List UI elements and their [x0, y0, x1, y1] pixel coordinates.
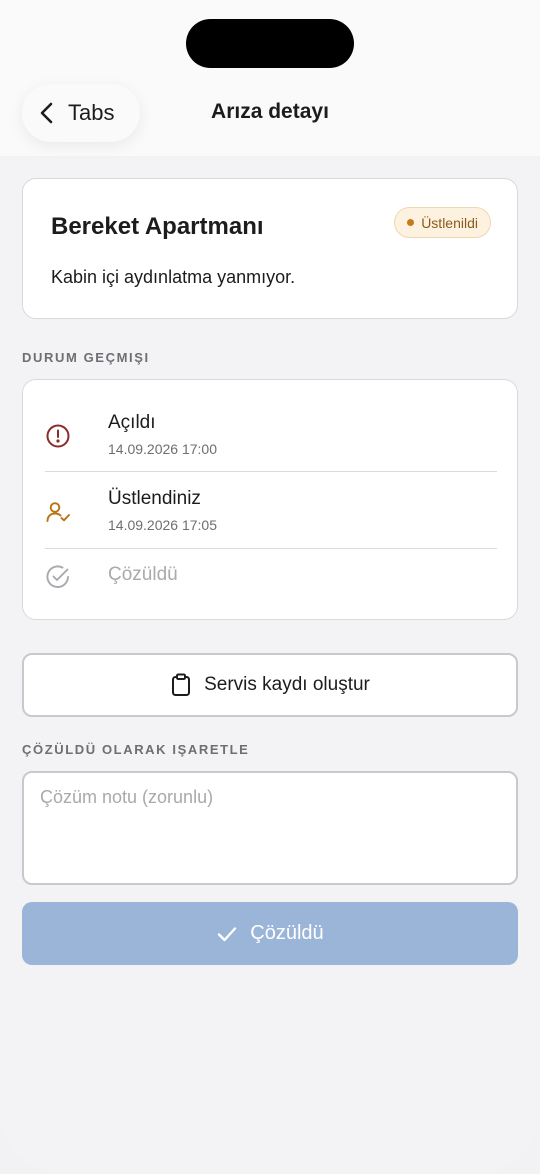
history-divider: [45, 471, 497, 472]
navigation-bar: Tabs Arıza detayı: [0, 0, 540, 156]
create-service-record-label: Servis kaydı oluştur: [204, 674, 370, 695]
checkmark-icon: [218, 926, 237, 941]
status-history-card: Açıldı 14.09.2026 17:00 Üstlendiniz 14.0…: [22, 379, 518, 620]
user-check-icon: [46, 502, 70, 522]
fault-summary-card: Bereket Apartmanı Üstlenildi Kabin içi a…: [22, 178, 518, 319]
create-service-record-button[interactable]: Servis kaydı oluştur: [22, 653, 518, 717]
status-badge: Üstlenildi: [394, 207, 491, 238]
status-badge-label: Üstlenildi: [421, 214, 478, 231]
history-item-title: Çözüldü: [108, 564, 178, 585]
status-dot-icon: [407, 219, 415, 226]
alert-circle-icon: [46, 424, 70, 448]
resolve-button[interactable]: Çözüldü: [22, 902, 518, 965]
dynamic-island: [186, 19, 354, 68]
history-divider: [45, 548, 497, 549]
history-item-claimed: Üstlendiniz 14.09.2026 17:05: [45, 486, 497, 546]
fault-description: Kabin içi aydınlatma yanmıyor.: [51, 267, 296, 287]
history-item-timestamp: 14.09.2026 17:00: [108, 441, 217, 457]
history-item-timestamp: 14.09.2026 17:05: [108, 517, 217, 533]
check-circle-icon: [46, 565, 69, 588]
history-item-opened: Açıldı 14.09.2026 17:00: [45, 410, 497, 470]
screen: Tabs Arıza detayı Bereket Apartmanı Üstl…: [0, 0, 540, 1174]
history-item-title: Üstlendiniz: [108, 488, 201, 509]
resolution-note-input[interactable]: [22, 771, 518, 885]
history-item-title: Açıldı: [108, 412, 156, 433]
resolve-section-label: ÇÖZÜLDÜ OLARAK IŞARETLE: [22, 742, 250, 757]
history-section-label: DURUM GEÇMIŞI: [22, 350, 150, 365]
page-title: Arıza detayı: [211, 100, 329, 123]
resolve-button-label: Çözüldü: [250, 922, 324, 944]
clipboard-icon: [172, 673, 191, 696]
history-item-resolved: Çözüldü: [45, 562, 497, 602]
building-name: Bereket Apartmanı: [51, 213, 264, 240]
